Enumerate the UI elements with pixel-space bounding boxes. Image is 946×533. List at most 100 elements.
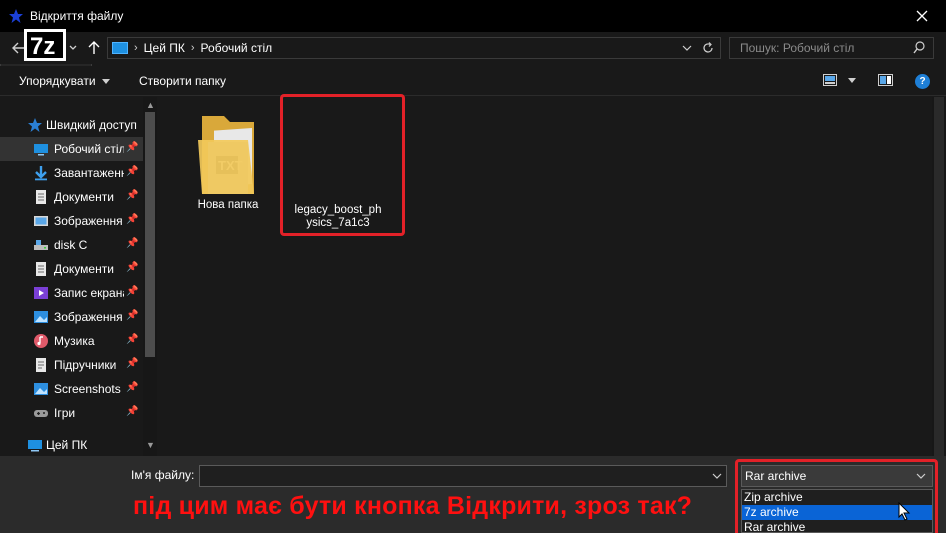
pictures-icon [34, 383, 48, 395]
chevron-right-icon: › [134, 42, 138, 54]
breadcrumb-desktop[interactable]: Робочий стіл [201, 41, 273, 55]
chevron-right-icon: › [190, 42, 195, 54]
file-name: Нова папка [197, 199, 259, 211]
pin-icon: 📌 [126, 190, 139, 201]
refresh-icon [703, 42, 713, 53]
sidebar-item-label: Документи [54, 262, 114, 276]
toolbar: Упорядкувати Створити папку [0, 66, 946, 96]
view-dropdown-icon[interactable] [848, 78, 856, 84]
annotation-highlight-file [280, 94, 405, 236]
breadcrumb-this-pc[interactable]: Цей ПК [144, 41, 185, 55]
music-icon [34, 334, 48, 348]
pictures-icon [34, 216, 48, 226]
sidebar-item-downloads[interactable]: Завантаження 📌 [0, 161, 143, 185]
sidebar-item-textbooks[interactable]: Підручники 📌 [0, 353, 143, 377]
pin-icon: 📌 [126, 406, 139, 417]
annotation-text: під цим має бути кнопка Відкрити, зроз т… [133, 492, 693, 520]
navigation-pane: Швидкий доступ Робочий стіл 📌 Завантажен… [0, 97, 157, 456]
drive-icon [34, 240, 48, 250]
file-list [160, 97, 932, 456]
caret-down-icon [101, 79, 110, 85]
pin-icon: 📌 [126, 166, 139, 177]
sidebar-item-label: Зображення [54, 310, 123, 324]
sidebar-item-screenshots[interactable]: Screenshots 📌 [0, 377, 143, 401]
sidebar-item-pictures[interactable]: Зображення 📌 [0, 209, 143, 233]
scroll-down-icon[interactable]: ▼ [146, 440, 155, 450]
sidebar-item-screen-recording[interactable]: Запис екрана 📌 [0, 281, 143, 305]
recent-locations-button[interactable] [64, 39, 82, 57]
sidebar-item-pictures-2[interactable]: Зображення 📌 [0, 305, 143, 329]
chevron-down-icon [682, 45, 692, 51]
sidebar-item-this-pc[interactable]: Цей ПК [0, 433, 143, 457]
address-dropdown-button[interactable] [682, 41, 692, 58]
sidebar-item-games[interactable]: Ігри 📌 [0, 401, 143, 425]
sidebar-item-label: Зображення [54, 214, 123, 228]
help-button[interactable]: ? [915, 74, 930, 89]
organize-label: Упорядкувати [19, 74, 96, 88]
filename-input[interactable] [199, 465, 727, 487]
video-icon [34, 287, 48, 299]
chevron-down-icon [69, 45, 77, 50]
7z-archive-icon: 7z [24, 29, 66, 61]
content-scrollbar[interactable] [932, 97, 946, 456]
sidebar-item-label: Завантаження [54, 166, 124, 180]
pin-icon: 📌 [126, 142, 139, 153]
scrollbar-track [934, 97, 944, 456]
file-item-folder[interactable]: TXT Нова папка [188, 112, 268, 212]
sidebar-item-documents[interactable]: Документи 📌 [0, 185, 143, 209]
sidebar-item-label: Підручники [54, 358, 117, 372]
refresh-button[interactable] [702, 41, 714, 58]
sidebar-item-label: Screenshots [54, 382, 121, 396]
sidebar-item-label: Цей ПК [46, 438, 88, 452]
preview-pane-icon[interactable] [878, 74, 893, 86]
sidebar-item-label: disk C [54, 238, 88, 252]
star-icon [28, 118, 42, 132]
download-icon [35, 166, 47, 181]
pin-icon: 📌 [126, 358, 139, 369]
pin-icon: 📌 [126, 334, 139, 345]
sidebar-item-music[interactable]: Музика 📌 [0, 329, 143, 353]
folder-doc-icon [36, 358, 46, 372]
arrow-up-icon [88, 41, 100, 54]
close-button[interactable] [912, 6, 932, 26]
window-title: Відкриття файлу [30, 9, 124, 23]
this-pc-icon [112, 42, 128, 54]
pin-icon: 📌 [126, 382, 139, 393]
pin-icon: 📌 [126, 310, 139, 321]
view-options-icon[interactable] [823, 74, 837, 86]
close-icon [916, 10, 928, 22]
sidebar-quick-access[interactable]: Швидкий доступ [0, 113, 143, 137]
pin-icon: 📌 [126, 214, 139, 225]
sidebar-item-label: Ігри [54, 406, 76, 420]
search-input[interactable]: Пошук: Робочий стіл [729, 37, 934, 59]
sidebar-item-desktop[interactable]: Робочий стіл 📌 [0, 137, 143, 161]
pin-icon: 📌 [126, 262, 139, 273]
pin-icon: 📌 [126, 238, 139, 249]
gamepad-icon [34, 410, 48, 417]
mouse-cursor-icon [898, 502, 911, 521]
scrollbar-thumb[interactable] [145, 112, 155, 357]
this-pc-icon [28, 440, 42, 452]
new-folder-button[interactable]: Створити папку [139, 74, 226, 88]
sidebar-item-label: Швидкий доступ [46, 118, 137, 132]
scroll-up-icon[interactable]: ▲ [146, 100, 155, 110]
up-button[interactable] [85, 39, 103, 57]
app-star-icon [9, 9, 23, 23]
title-bar: Відкриття файлу [0, 0, 946, 32]
sidebar-item-label: Запис екрана [54, 286, 124, 300]
sidebar-scrollbar[interactable]: ▲ ▼ [143, 97, 157, 456]
folder-icon: TXT [198, 116, 254, 194]
organize-button[interactable]: Упорядкувати [19, 74, 110, 88]
documents-icon [36, 190, 46, 204]
sidebar-item-label: Музика [54, 334, 95, 348]
search-icon [913, 41, 925, 57]
sidebar-item-documents-2[interactable]: Документи 📌 [0, 257, 143, 281]
archive-badge: 7z [30, 33, 55, 60]
documents-icon [36, 262, 46, 276]
search-placeholder: Пошук: Робочий стіл [740, 41, 855, 55]
sidebar-item-disk-c[interactable]: disk C 📌 [0, 233, 143, 257]
chevron-down-icon[interactable] [712, 469, 722, 486]
filename-label: Ім'я файлу: [131, 468, 195, 482]
address-bar[interactable]: › Цей ПК › Робочий стіл [107, 37, 721, 59]
pictures-icon [34, 311, 48, 323]
